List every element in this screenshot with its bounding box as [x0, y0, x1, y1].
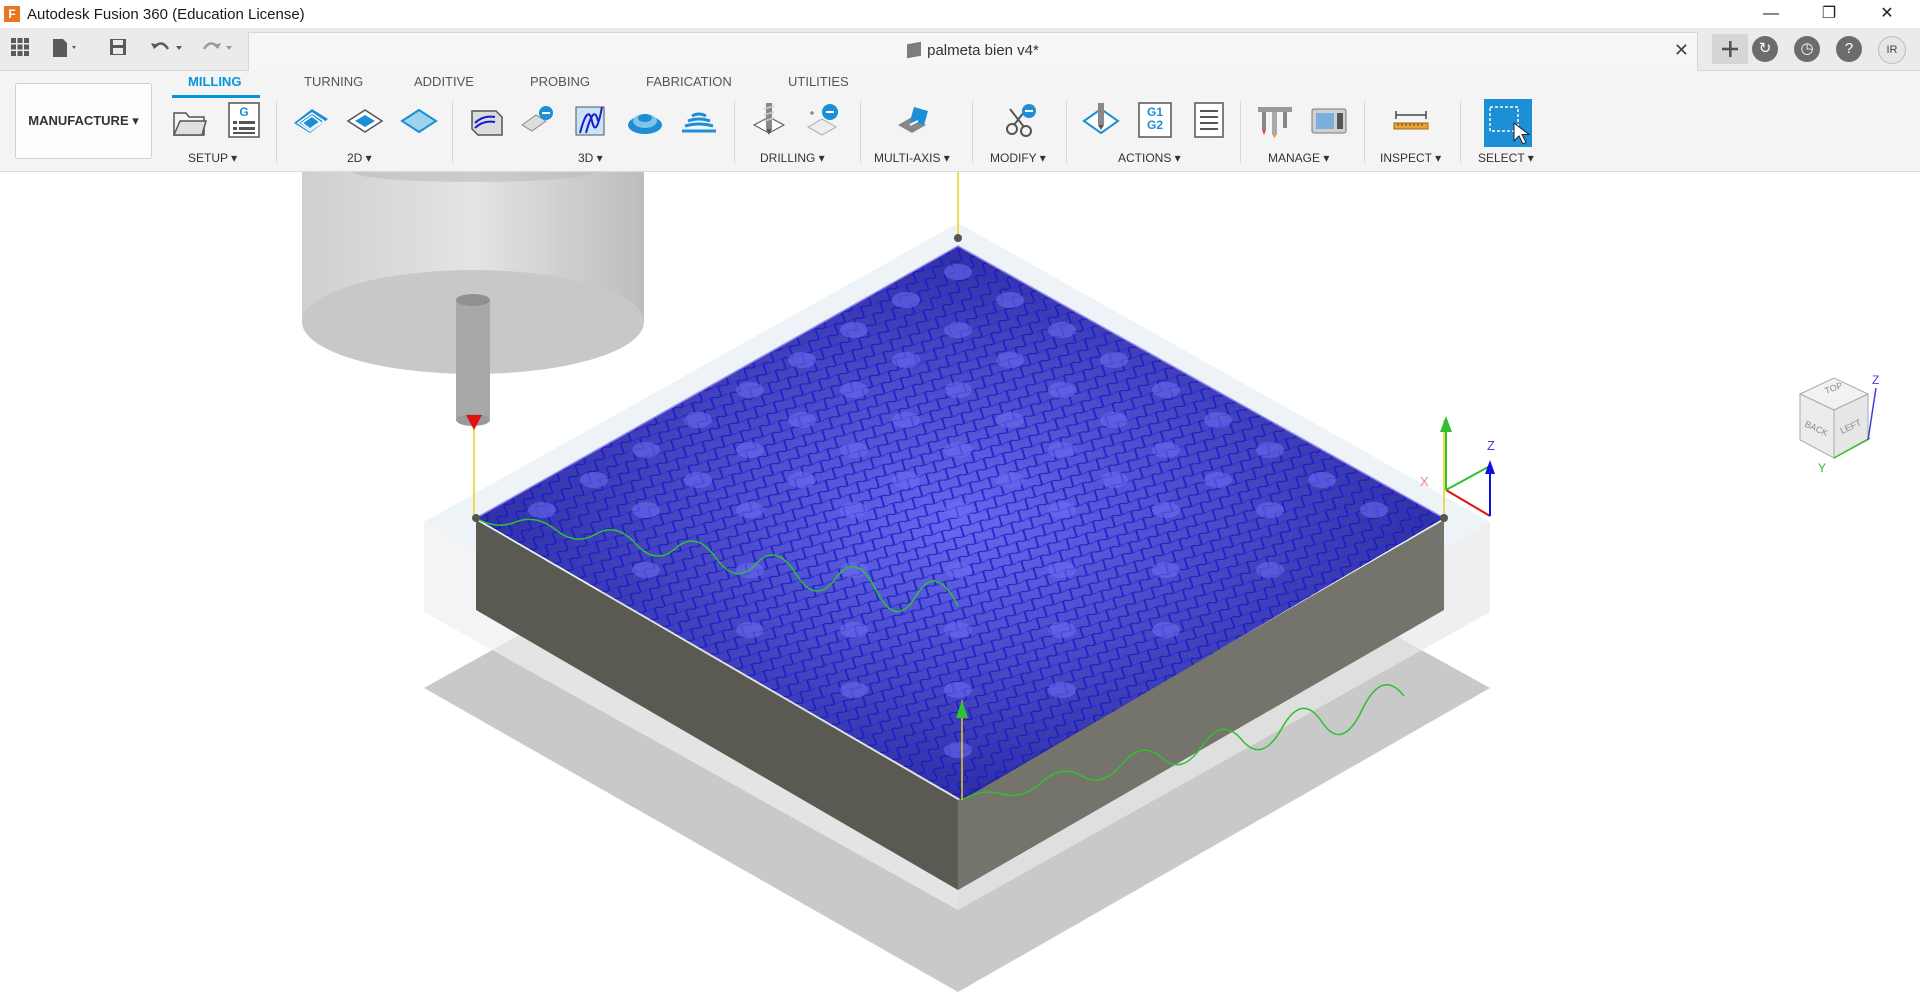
window-select-icon[interactable] — [1484, 99, 1532, 147]
user-avatar[interactable]: IR — [1878, 36, 1906, 64]
tab-additive[interactable]: ADDITIVE — [410, 74, 478, 89]
group-manage[interactable]: MANAGE ▾ — [1268, 151, 1329, 165]
drill-icon[interactable] — [750, 101, 788, 139]
tab-probing[interactable]: PROBING — [526, 74, 594, 89]
redo-icon[interactable] — [196, 37, 240, 61]
post-process-icon[interactable]: G1 G2 — [1136, 101, 1174, 139]
document-title: palmeta bien v4* — [927, 42, 1039, 59]
group-actions[interactable]: ACTIONS ▾ — [1118, 151, 1181, 165]
2d-pocket-icon[interactable] — [346, 101, 384, 139]
post-process-icon-text: G1 G2 — [1146, 105, 1163, 132]
triad-x-label: X — [1420, 474, 1429, 489]
setup-sheet-document-icon[interactable] — [1190, 101, 1228, 139]
quick-access-toolbar: palmeta bien v4* ✕ ↻ ◷ ? IR — [0, 28, 1920, 71]
title-bar: F Autodesk Fusion 360 (Education License… — [0, 0, 1920, 28]
ribbon-separator — [1240, 101, 1241, 163]
ribbon-separator — [860, 101, 861, 163]
window-title: Autodesk Fusion 360 (Education License) — [27, 6, 305, 23]
ribbon-separator — [1460, 101, 1461, 163]
ribbon-separator — [1066, 101, 1067, 163]
viewcube-z-label: Z — [1872, 373, 1879, 387]
active-tab-indicator — [172, 95, 260, 98]
tool-library-icon[interactable] — [1256, 101, 1294, 139]
group-select[interactable]: SELECT ▾ — [1478, 151, 1534, 165]
multi-axis-contour-icon[interactable] — [896, 101, 934, 139]
ribbon-separator — [1364, 101, 1365, 163]
group-modify[interactable]: MODIFY ▾ — [990, 151, 1046, 165]
triad-z-label: Z — [1487, 438, 1495, 453]
face-icon[interactable] — [400, 101, 438, 139]
undo-icon[interactable] — [146, 37, 190, 61]
3d-pocket-icon[interactable] — [520, 101, 558, 139]
extensions-icon[interactable]: ↻ — [1752, 36, 1778, 62]
model-canvas[interactable]: Z X — [0, 172, 1920, 1001]
3d-viewport[interactable]: Z X TOP BACK LEFT Z Y — [0, 172, 1920, 1001]
group-multi-axis[interactable]: MULTI-AXIS ▾ — [874, 151, 950, 165]
ribbon-separator — [972, 101, 973, 163]
close-document-icon[interactable]: ✕ — [1674, 40, 1689, 61]
viewcube-y-label: Y — [1818, 461, 1826, 475]
data-panel-grid-icon[interactable] — [8, 37, 32, 61]
3d-adaptive-icon[interactable] — [468, 101, 506, 139]
tab-fabrication[interactable]: FABRICATION — [642, 74, 736, 89]
tab-turning[interactable]: TURNING — [300, 74, 367, 89]
workspace-switcher-button[interactable]: MANUFACTURE ▾ — [15, 83, 152, 159]
ribbon-separator — [276, 101, 277, 163]
document-tab[interactable]: palmeta bien v4* ✕ — [248, 32, 1698, 71]
group-drilling[interactable]: DRILLING ▾ — [760, 151, 825, 165]
group-3d[interactable]: 3D ▾ — [578, 151, 603, 165]
file-menu-icon[interactable] — [50, 37, 76, 61]
document-cube-icon — [907, 41, 922, 59]
tab-milling[interactable]: MILLING — [184, 74, 245, 89]
close-window-button[interactable]: ✕ — [1858, 0, 1916, 28]
toolbar-ribbon: MANUFACTURE ▾ MILLING TURNING ADDITIVE P… — [0, 71, 1920, 172]
job-status-clock-icon[interactable]: ◷ — [1794, 36, 1820, 62]
setup-sheet-icon[interactable]: G — [225, 101, 263, 139]
fusion-logo-icon: F — [4, 6, 20, 22]
group-2d[interactable]: 2D ▾ — [347, 151, 372, 165]
measure-icon[interactable] — [1392, 101, 1430, 139]
save-icon[interactable] — [106, 37, 130, 61]
help-icon[interactable]: ? — [1836, 36, 1862, 62]
2d-adaptive-icon[interactable] — [292, 101, 330, 139]
contour-icon[interactable] — [680, 101, 718, 139]
parallel-icon[interactable] — [572, 101, 610, 139]
scallop-icon[interactable] — [626, 101, 664, 139]
ribbon-separator — [452, 101, 453, 163]
minimize-button[interactable]: — — [1742, 0, 1800, 28]
hole-recognition-icon[interactable] — [804, 101, 842, 139]
simulate-icon[interactable] — [1082, 101, 1120, 139]
modify-scissors-icon[interactable] — [1002, 101, 1040, 139]
restore-button[interactable]: ❐ — [1800, 0, 1858, 28]
setup-sheet-icon-text: G — [239, 105, 249, 119]
ribbon-separator — [734, 101, 735, 163]
group-inspect[interactable]: INSPECT ▾ — [1380, 151, 1441, 165]
cutting-tool — [302, 172, 644, 430]
new-tab-icon[interactable] — [1712, 34, 1748, 64]
view-cube[interactable]: TOP BACK LEFT Z Y — [1780, 368, 1900, 478]
new-setup-icon[interactable] — [170, 101, 208, 139]
tab-utilities[interactable]: UTILITIES — [784, 74, 853, 89]
group-setup[interactable]: SETUP ▾ — [188, 151, 237, 165]
machine-library-icon[interactable] — [1310, 101, 1348, 139]
